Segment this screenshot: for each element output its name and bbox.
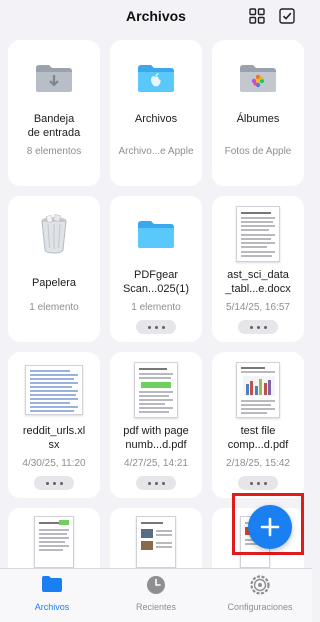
top-bar: Archivos xyxy=(0,0,312,34)
pdf-chart-thumbnail xyxy=(236,362,280,418)
gear-icon xyxy=(250,575,270,595)
trash-icon xyxy=(41,214,67,254)
apple-folder-icon xyxy=(138,65,174,92)
item-name: Bandeja de entrada xyxy=(27,113,81,139)
item-name: ast_sci_data _tabl...e.docx xyxy=(225,269,291,295)
item-meta: 1 elemento xyxy=(29,302,79,313)
file-card-docx[interactable]: ast_sci_data _tabl...e.docx 5/14/25, 16:… xyxy=(212,196,304,342)
tab-label: Archivos xyxy=(34,602,70,612)
item-meta: 1 elemento xyxy=(131,302,181,313)
folder-card-archivos[interactable]: Archivos Archivo...e Apple xyxy=(110,40,202,186)
tab-label: Configuraciones xyxy=(227,602,293,612)
document-thumbnail xyxy=(34,516,74,568)
tab-configuraciones[interactable]: Configuraciones xyxy=(208,575,312,612)
grid-view-icon[interactable] xyxy=(249,8,265,24)
folder-card-albumes[interactable]: Álbumes Fotos de Apple xyxy=(212,40,304,186)
folder-tab-icon xyxy=(42,576,62,592)
select-checkbox-icon[interactable] xyxy=(279,8,295,24)
document-thumbnail xyxy=(136,516,176,568)
more-options-button[interactable] xyxy=(238,476,278,490)
more-options-button[interactable] xyxy=(136,476,176,490)
folder-card-inbox[interactable]: Bandeja de entrada 8 elementos xyxy=(8,40,100,186)
item-name: PDFgear Scan...025(1) xyxy=(122,269,190,295)
add-button[interactable] xyxy=(248,505,292,549)
item-meta: 8 elementos xyxy=(26,146,82,157)
more-options-button[interactable] xyxy=(34,476,74,490)
item-meta: 4/27/25, 14:21 xyxy=(124,458,188,469)
file-card-test-file[interactable]: test file comp...d.pdf 2/18/25, 15:42 xyxy=(212,352,304,498)
tab-label: Recientes xyxy=(135,602,177,612)
plus-icon xyxy=(260,517,280,537)
clock-icon xyxy=(147,576,165,594)
item-name: Archivos xyxy=(134,113,178,125)
folder-card-papelera[interactable]: Papelera 1 elemento xyxy=(8,196,100,342)
item-meta: Archivo...e Apple xyxy=(118,146,194,157)
chart-preview-icon xyxy=(243,376,275,396)
file-card-pdf-page-numbers[interactable]: pdf with page numb...d.pdf 4/27/25, 14:2… xyxy=(110,352,202,498)
item-meta: Fotos de Apple xyxy=(224,146,292,157)
tab-bar: Archivos Recientes Configuraciones xyxy=(0,568,312,622)
inbox-folder-icon xyxy=(36,65,72,92)
folder-icon xyxy=(138,221,174,248)
item-name: Álbumes xyxy=(236,113,280,125)
tab-archivos[interactable]: Archivos xyxy=(0,575,104,612)
item-name: reddit_urls.xl sx xyxy=(22,425,86,451)
tab-recientes[interactable]: Recientes xyxy=(104,575,208,612)
file-card-partial[interactable] xyxy=(110,508,202,568)
item-name: test file comp...d.pdf xyxy=(227,425,289,451)
file-card-xlsx[interactable]: reddit_urls.xl sx 4/30/25, 11:20 xyxy=(8,352,100,498)
item-meta: 4/30/25, 11:20 xyxy=(22,458,86,469)
photos-folder-icon xyxy=(240,65,276,92)
more-options-button[interactable] xyxy=(238,320,278,334)
folder-card-pdfgear-scan[interactable]: PDFgear Scan...025(1) 1 elemento xyxy=(110,196,202,342)
pdf-thumbnail xyxy=(134,362,178,418)
spreadsheet-thumbnail xyxy=(25,365,83,415)
item-meta: 5/14/25, 16:57 xyxy=(226,302,290,313)
item-name: Papelera xyxy=(31,277,77,289)
file-card-partial[interactable] xyxy=(8,508,100,568)
item-meta: 2/18/25, 15:42 xyxy=(226,458,290,469)
document-thumbnail xyxy=(236,206,280,262)
more-options-button[interactable] xyxy=(136,320,176,334)
item-name: pdf with page numb...d.pdf xyxy=(123,425,189,451)
page-title: Archivos xyxy=(126,8,186,24)
